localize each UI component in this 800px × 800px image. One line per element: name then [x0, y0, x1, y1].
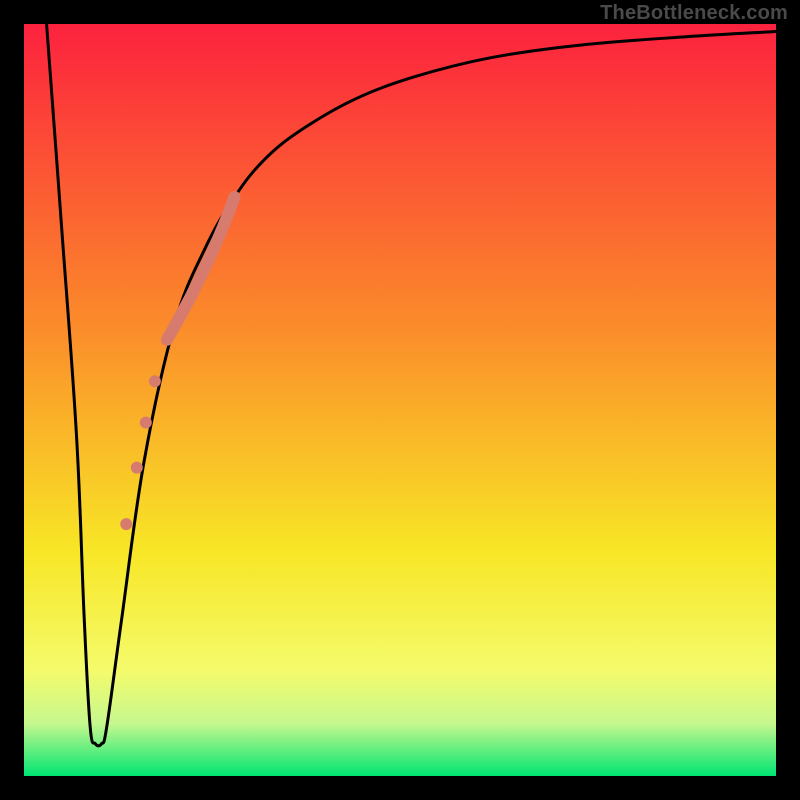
plot-area	[24, 24, 776, 776]
watermark-label: TheBottleneck.com	[600, 2, 788, 25]
highlight-point	[120, 518, 132, 530]
highlight-point	[149, 375, 161, 387]
chart-frame: TheBottleneck.com	[0, 0, 800, 800]
highlight-point	[131, 462, 143, 474]
chart-svg	[24, 24, 776, 776]
highlight-point	[140, 417, 152, 429]
gradient-background	[24, 24, 776, 776]
